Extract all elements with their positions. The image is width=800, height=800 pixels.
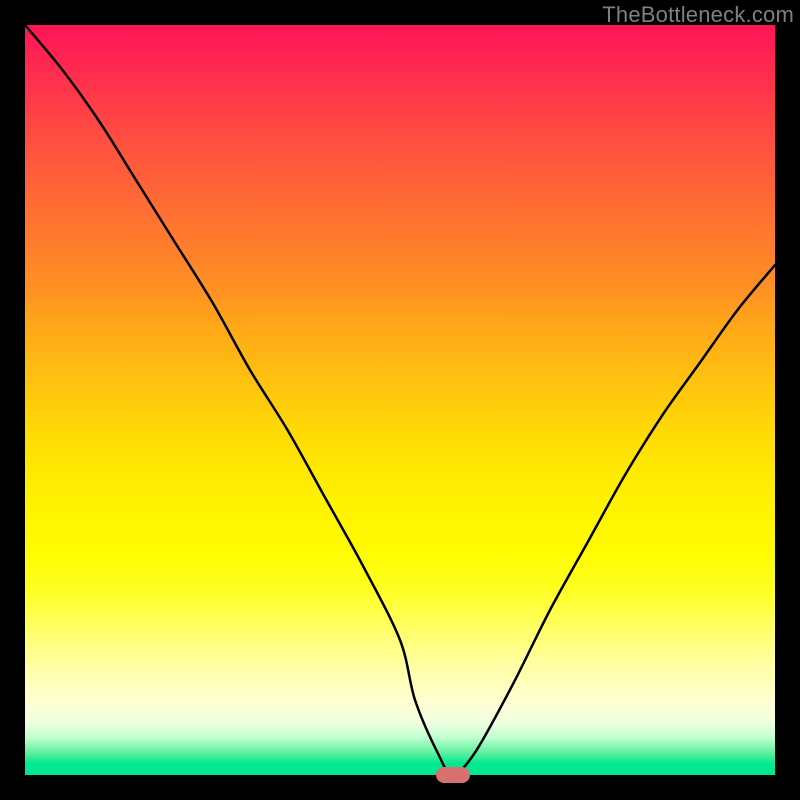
bottleneck-curve [25, 25, 775, 775]
watermark-label: TheBottleneck.com [602, 2, 794, 28]
chart-frame: TheBottleneck.com [0, 0, 800, 800]
minimum-marker [436, 767, 470, 783]
plot-area [25, 25, 775, 775]
